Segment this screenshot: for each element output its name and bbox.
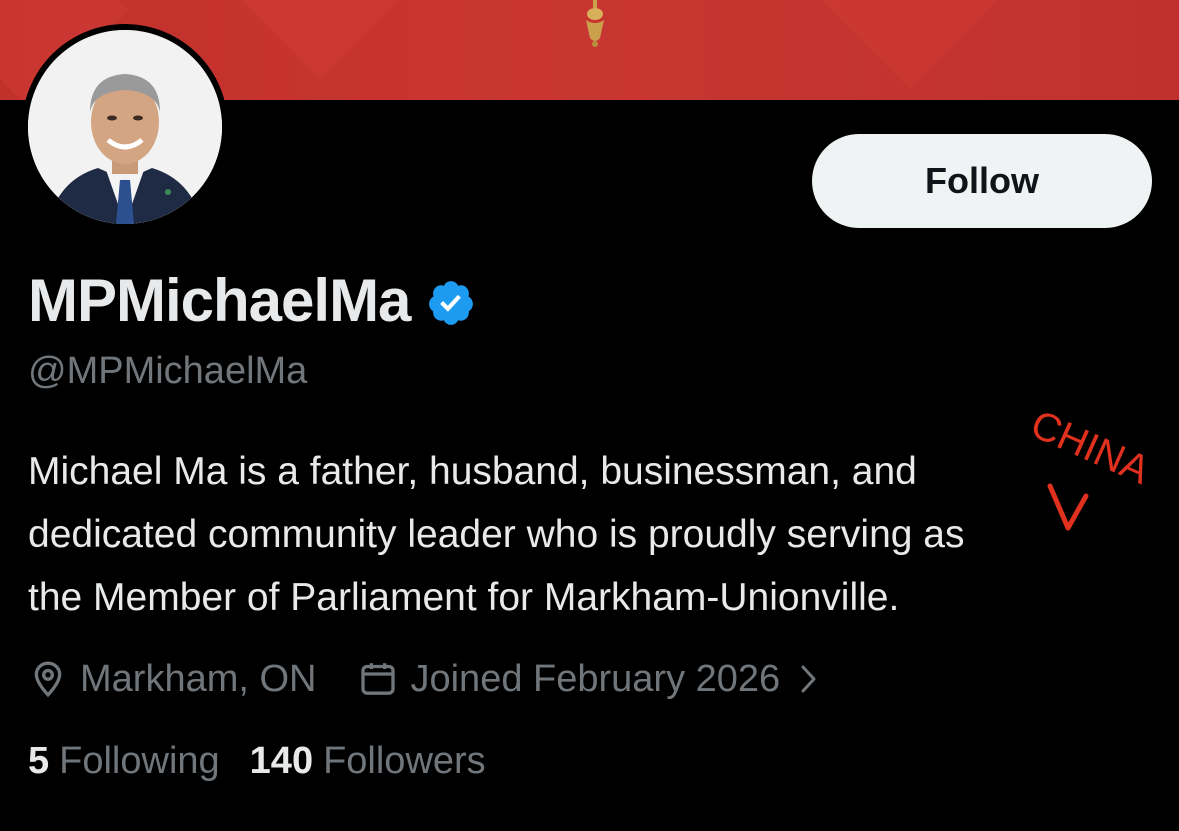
calendar-icon [361, 663, 396, 695]
bio-line: dedicated community leader who is proudl… [28, 513, 965, 556]
profile-meta: Markham, ON Joined February 2026 [28, 654, 820, 704]
profile-stats: 5 Following 140 Followers [28, 740, 486, 783]
followers-link[interactable]: 140 Followers [250, 740, 486, 783]
following-label: Following [59, 740, 220, 782]
banner-leaf-shape [811, 0, 1009, 89]
following-count: 5 [28, 740, 50, 782]
verified-badge-icon[interactable] [426, 278, 476, 328]
profile-page: Follow MPMichaelMa @MPMichaelMa Michael … [0, 0, 1179, 831]
banner-ornament-icon [586, 0, 604, 47]
followers-count: 140 [249, 740, 314, 782]
caret-mark-icon [1047, 483, 1089, 531]
joined-item[interactable]: Joined February 2026 [358, 658, 820, 701]
location-item: Markham, ON [28, 658, 358, 701]
bio-line: the Member of Parliament for Markham-Uni… [28, 576, 900, 619]
avatar[interactable] [28, 30, 222, 224]
location-pin-icon [34, 661, 62, 698]
display-name: MPMichaelMa [28, 267, 411, 334]
banner-leaf-shape [221, 0, 419, 79]
display-name-row: MPMichaelMa [28, 266, 476, 335]
profile-handle: @MPMichaelMa [28, 350, 308, 392]
bio-line: Michael Ma is a father, husband, busines… [28, 450, 917, 493]
annotation-text: CHINA [1024, 402, 1156, 493]
following-link[interactable]: 5 Following [28, 740, 220, 783]
avatar-portrait-image [28, 30, 222, 224]
handwritten-annotation: CHINA [1024, 402, 1156, 531]
follow-button[interactable]: Follow [812, 134, 1152, 228]
followers-label: Followers [323, 740, 486, 782]
profile-bio: Michael Ma is a father, husband, busines… [28, 440, 1138, 629]
chevron-right-icon[interactable] [798, 662, 820, 696]
joined-date-text: Joined February 2026 [410, 657, 781, 700]
location-text: Markham, ON [80, 657, 317, 700]
